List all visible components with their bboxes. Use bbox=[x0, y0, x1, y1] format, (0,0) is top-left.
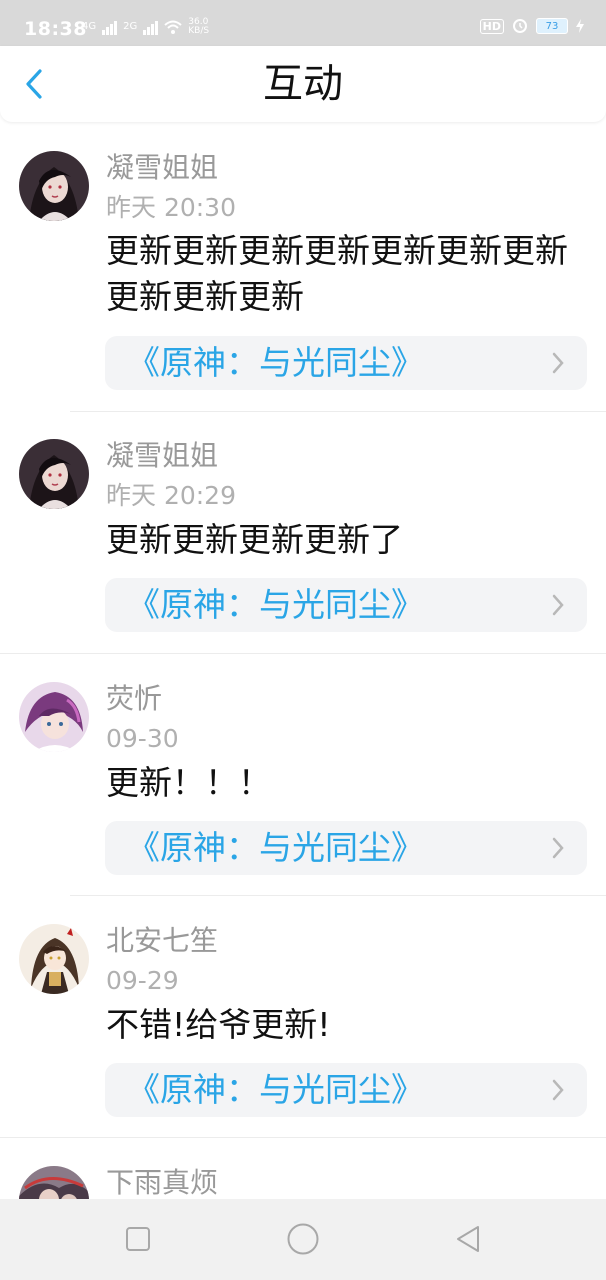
avatar-image-icon bbox=[19, 924, 89, 994]
charging-icon bbox=[576, 19, 584, 33]
chevron-right-icon bbox=[552, 1079, 564, 1101]
alarm-icon bbox=[513, 19, 527, 33]
chevron-right-icon bbox=[552, 352, 564, 374]
post-time: 昨天 20:30 bbox=[106, 193, 236, 222]
speed-unit: KB/S bbox=[188, 26, 210, 36]
book-title: 《原神：与光同尘》 bbox=[127, 585, 424, 624]
post-content: 更新更新更新更新了 bbox=[106, 520, 403, 559]
triangle-back-icon bbox=[457, 1226, 479, 1252]
book-link-card[interactable]: 《原神：与光同尘》 bbox=[105, 578, 587, 632]
feed-item: 凝雪姐姐 昨天 20:29 更新更新更新更新了 《原神：与光同尘》 bbox=[0, 412, 606, 654]
avatar[interactable] bbox=[19, 151, 89, 221]
avatar[interactable] bbox=[19, 924, 89, 994]
user-name: 凝雪姐姐 bbox=[106, 151, 219, 184]
chevron-right-icon bbox=[552, 594, 564, 616]
avatar-image-icon bbox=[19, 439, 89, 509]
status-time: 18:38 bbox=[24, 18, 87, 40]
network-label-1: 4G bbox=[82, 21, 97, 32]
signal-icon-2 bbox=[143, 19, 159, 35]
chevron-right-icon bbox=[552, 837, 564, 859]
avatar-image-icon bbox=[19, 682, 89, 752]
network-speed: 36.0 KB/S bbox=[188, 18, 209, 36]
wifi-icon bbox=[164, 20, 182, 34]
square-icon bbox=[126, 1227, 150, 1251]
status-left-icons: 4G 2G 36.0 KB/S bbox=[82, 18, 209, 36]
avatar[interactable] bbox=[19, 1166, 89, 1199]
avatar[interactable] bbox=[19, 439, 89, 509]
interaction-feed[interactable]: 凝雪姐姐 昨天 20:30 更新更新更新更新更新更新更新更新更新更新 《原神：与… bbox=[0, 122, 606, 1199]
user-name: 北安七笙 bbox=[106, 924, 219, 957]
circle-icon bbox=[287, 1223, 319, 1255]
post-time: 09-29 bbox=[106, 966, 179, 995]
book-link-card[interactable]: 《原神：与光同尘》 bbox=[105, 821, 587, 875]
app-header: 互动 bbox=[0, 46, 606, 122]
feed-item: 荧忻 09-30 更新！！！ 《原神：与光同尘》 bbox=[0, 654, 606, 896]
status-bar: 18:38 4G 2G 36.0 KB/S HD 73 bbox=[0, 0, 606, 46]
signal-icon bbox=[102, 19, 118, 35]
network-label-2: 2G bbox=[123, 21, 138, 32]
book-title: 《原神：与光同尘》 bbox=[127, 343, 424, 382]
book-link-card[interactable]: 《原神：与光同尘》 bbox=[105, 1063, 587, 1117]
user-name: 凝雪姐姐 bbox=[106, 439, 219, 472]
book-title: 《原神：与光同尘》 bbox=[127, 828, 424, 867]
battery-icon: 73 bbox=[536, 18, 568, 34]
system-navigation-bar bbox=[0, 1199, 606, 1280]
feed-item: 下雨真烦 bbox=[0, 1138, 606, 1199]
user-name: 荧忻 bbox=[106, 682, 163, 715]
page-title: 互动 bbox=[263, 61, 343, 107]
avatar[interactable] bbox=[19, 682, 89, 752]
home-button[interactable] bbox=[285, 1221, 321, 1257]
feed-item: 凝雪姐姐 昨天 20:30 更新更新更新更新更新更新更新更新更新更新 《原神：与… bbox=[0, 122, 606, 412]
back-nav-button[interactable] bbox=[450, 1221, 486, 1257]
avatar-image-icon bbox=[19, 1166, 89, 1199]
hd-icon: HD bbox=[479, 18, 504, 34]
post-content: 更新！！！ bbox=[106, 763, 271, 802]
post-time: 09-30 bbox=[106, 724, 179, 753]
recent-apps-button[interactable] bbox=[120, 1221, 156, 1257]
avatar-image-icon bbox=[19, 151, 89, 221]
post-time: 昨天 20:29 bbox=[106, 481, 236, 510]
post-content: 更新更新更新更新更新更新更新更新更新更新 bbox=[106, 231, 568, 316]
user-name: 下雨真烦 bbox=[106, 1166, 219, 1199]
book-link-card[interactable]: 《原神：与光同尘》 bbox=[105, 336, 587, 390]
book-title: 《原神：与光同尘》 bbox=[127, 1070, 424, 1109]
post-content: 不错!给爷更新! bbox=[106, 1005, 331, 1044]
status-right-icons: HD 73 bbox=[479, 18, 584, 34]
feed-item: 北安七笙 09-29 不错!给爷更新! 《原神：与光同尘》 bbox=[0, 896, 606, 1138]
